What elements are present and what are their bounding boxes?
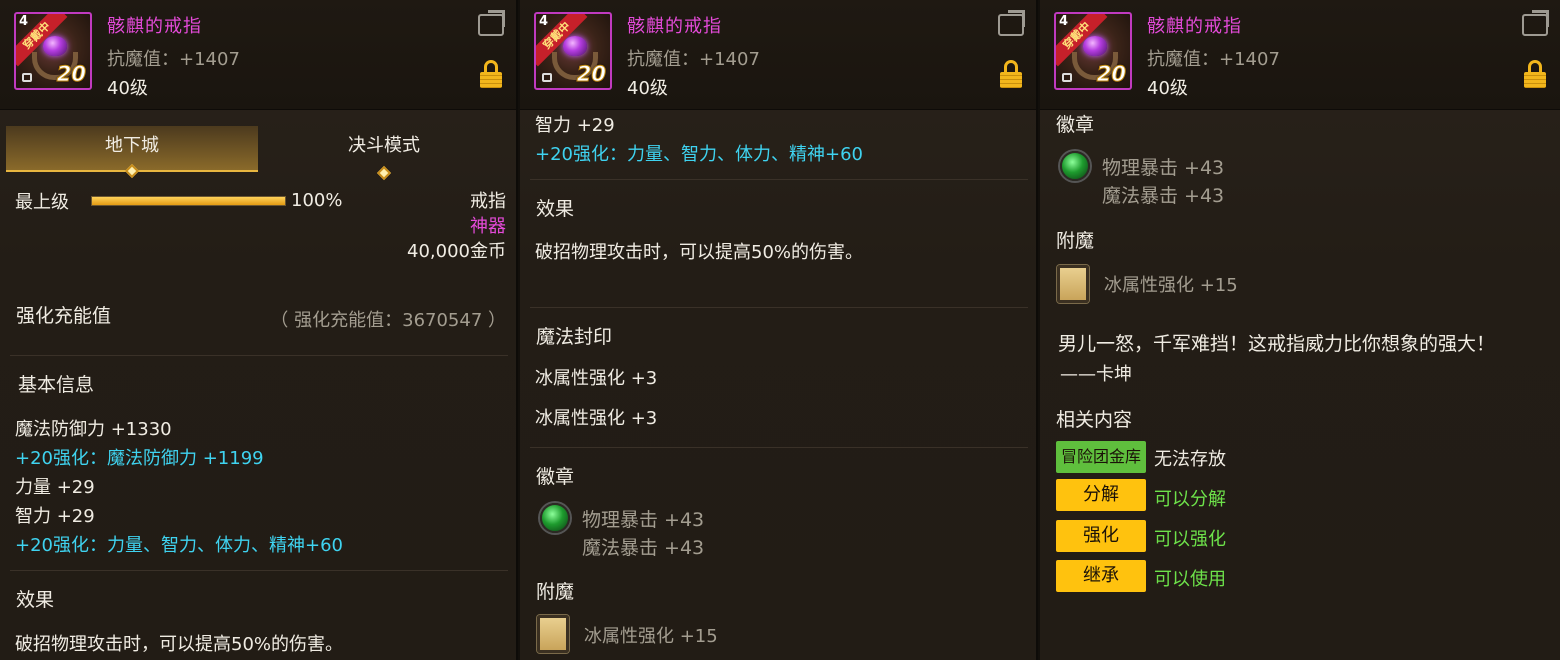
grade-progress-bar xyxy=(91,196,286,206)
item-name: 骸麒的戒指 xyxy=(107,16,202,37)
tag-inherit[interactable]: 继承 xyxy=(1056,560,1146,592)
ring-item-icon: 穿戴中 4 20 xyxy=(1054,12,1132,90)
green-gem-icon xyxy=(1060,151,1090,181)
enchant-title: 附魔 xyxy=(536,581,575,603)
lock-icon[interactable] xyxy=(1000,60,1022,88)
upgrade-level-badge: 20 xyxy=(576,62,606,87)
grade-label: 最上级 xyxy=(15,192,69,213)
stat-line: +20强化：魔法防御力 +1199 xyxy=(15,448,264,469)
tag-account-vault[interactable]: 冒险团金库 xyxy=(1056,441,1146,473)
divider xyxy=(530,307,1028,308)
stat-line: +20强化：力量、智力、体力、精神+60 xyxy=(535,144,863,165)
icon-corner-number: 4 xyxy=(1059,14,1069,29)
seal-line: 冰属性强化 +3 xyxy=(535,368,658,389)
emblem-line: 魔法暴击 +43 xyxy=(1102,185,1225,207)
ring-item-icon: 穿戴中 4 20 xyxy=(14,12,92,90)
emblem-line: 物理暴击 +43 xyxy=(582,509,705,531)
tag-disassemble[interactable]: 分解 xyxy=(1056,479,1146,511)
card-icon xyxy=(537,615,569,653)
divider xyxy=(530,179,1028,180)
emblem-title: 徽章 xyxy=(536,466,575,488)
effect-title: 效果 xyxy=(536,198,575,220)
item-stat: 抗魔值：+1407 xyxy=(627,49,760,70)
mini-lock-icon xyxy=(1062,73,1072,82)
icon-corner-number: 4 xyxy=(19,14,29,29)
stat-line: 力量 +29 xyxy=(15,477,95,498)
share-icon[interactable] xyxy=(478,10,505,36)
tab-indicator-icon xyxy=(376,165,392,181)
magic-seal-title: 魔法封印 xyxy=(536,326,613,348)
charge-value: （ 强化充能值：3670547 ） xyxy=(270,310,506,331)
divider xyxy=(10,355,508,356)
enchant-text: 冰属性强化 +15 xyxy=(1104,275,1238,296)
share-icon[interactable] xyxy=(1522,10,1549,36)
item-tooltip-panel-3: 穿戴中 4 20 骸麒的戒指 抗魔值：+1407 40级 徽章 物理暴击 +43… xyxy=(1040,0,1560,660)
item-stat: 抗魔值：+1407 xyxy=(107,49,240,70)
item-name: 骸麒的戒指 xyxy=(1147,16,1242,37)
flavor-author: ——卡坤 xyxy=(1060,364,1132,385)
green-gem-icon xyxy=(540,503,570,533)
basic-info-title: 基本信息 xyxy=(18,374,95,396)
status-inherit: 可以使用 xyxy=(1154,569,1226,590)
icon-corner-number: 4 xyxy=(539,14,549,29)
item-price: 40,000金币 xyxy=(407,241,506,262)
emblem-line: 魔法暴击 +43 xyxy=(582,537,705,559)
item-header: 穿戴中 4 20 骸麒的戒指 抗魔值：+1407 40级 xyxy=(520,0,1036,110)
stat-line: 魔法防御力 +1330 xyxy=(15,419,172,440)
card-icon xyxy=(1057,265,1089,303)
item-stat: 抗魔值：+1407 xyxy=(1147,49,1280,70)
upgrade-level-badge: 20 xyxy=(56,62,86,87)
divider xyxy=(10,570,508,571)
item-header: 穿戴中 4 20 骸麒的戒指 抗魔值：+1407 40级 xyxy=(0,0,516,110)
tab-dungeon[interactable]: 地下城 xyxy=(6,126,258,179)
mini-lock-icon xyxy=(22,73,32,82)
item-header: 穿戴中 4 20 骸麒的戒指 抗魔值：+1407 40级 xyxy=(1040,0,1560,110)
item-level: 40级 xyxy=(627,78,668,99)
emblem-line: 物理暴击 +43 xyxy=(1102,157,1225,179)
item-tooltip-panel-2: 穿戴中 4 20 骸麒的戒指 抗魔值：+1407 40级 智力 +29 +20强… xyxy=(520,0,1038,660)
enchant-title: 附魔 xyxy=(1056,230,1095,252)
effect-text: 破招物理攻击时，可以提高50%的伤害。 xyxy=(535,242,864,263)
equip-slot: 戒指 xyxy=(470,191,506,212)
related-title: 相关内容 xyxy=(1056,409,1133,431)
charge-title: 强化充能值 xyxy=(16,305,112,327)
share-icon[interactable] xyxy=(998,10,1025,36)
grade-percent: 100% xyxy=(291,190,343,211)
effect-title: 效果 xyxy=(16,589,55,611)
item-level: 40级 xyxy=(1147,78,1188,99)
stat-line: 智力 +29 xyxy=(15,506,95,527)
upgrade-level-badge: 20 xyxy=(1096,62,1126,87)
tab-indicator-icon xyxy=(124,163,140,179)
divider xyxy=(530,447,1028,448)
lock-icon[interactable] xyxy=(480,60,502,88)
status-disassemble: 可以分解 xyxy=(1154,489,1226,510)
mini-lock-icon xyxy=(542,73,552,82)
status-enhance: 可以强化 xyxy=(1154,529,1226,550)
rarity-label: 神器 xyxy=(470,216,506,237)
item-name: 骸麒的戒指 xyxy=(627,16,722,37)
status-account-vault: 无法存放 xyxy=(1154,449,1226,470)
tag-enhance[interactable]: 强化 xyxy=(1056,520,1146,552)
stat-line: 智力 +29 xyxy=(535,115,615,136)
item-level: 40级 xyxy=(107,78,148,99)
item-tooltip-panel-1: 穿戴中 4 20 骸麒的戒指 抗魔值：+1407 40级 地下城 决斗模式 最上… xyxy=(0,0,518,660)
tab-dungeon-label: 地下城 xyxy=(105,135,159,156)
grade-progress-fill xyxy=(92,197,285,205)
tab-pvp[interactable]: 决斗模式 xyxy=(258,126,510,181)
flavor-text: 男儿一怒，千军难挡！这戒指威力比你想象的强大！ xyxy=(1058,333,1496,355)
tab-pvp-label: 决斗模式 xyxy=(348,135,420,156)
emblem-title: 徽章 xyxy=(1056,114,1095,136)
stat-line: +20强化：力量、智力、体力、精神+60 xyxy=(15,535,343,556)
mode-tabs: 地下城 决斗模式 xyxy=(6,126,512,181)
seal-line: 冰属性强化 +3 xyxy=(535,408,658,429)
enchant-text: 冰属性强化 +15 xyxy=(584,626,718,647)
effect-text: 破招物理攻击时，可以提高50%的伤害。 xyxy=(15,634,344,655)
lock-icon[interactable] xyxy=(1524,60,1546,88)
ring-item-icon: 穿戴中 4 20 xyxy=(534,12,612,90)
